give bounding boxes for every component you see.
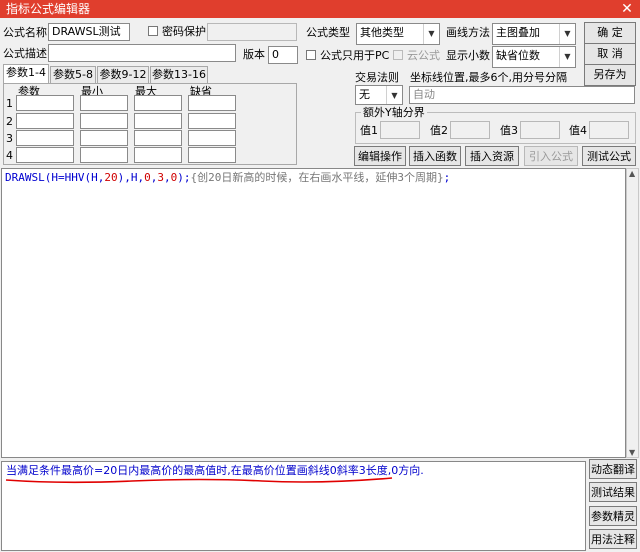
extra-y-value-1 (380, 121, 420, 139)
password-input (207, 23, 297, 41)
param-2-default[interactable] (188, 113, 236, 129)
param-1-name[interactable] (16, 95, 74, 111)
param-row-number: 3 (6, 132, 13, 145)
tab-params-9-12[interactable]: 参数9-12 (97, 66, 149, 84)
extra-y-title: 额外Y轴分界 (361, 106, 427, 120)
pc-only-checkbox[interactable] (306, 50, 316, 60)
formula-desc-label: 公式描述 (3, 47, 47, 60)
cancel-button[interactable]: 取 消 (584, 43, 636, 65)
extra-y-value-3 (520, 121, 560, 139)
code-number: 20 (104, 171, 118, 184)
extra-y-value-2 (450, 121, 490, 139)
code-number: 3 (157, 171, 164, 184)
param-4-default[interactable] (188, 147, 236, 163)
param-row-number: 2 (6, 115, 13, 128)
code-segment: ); (177, 171, 191, 184)
window-title: 指标公式编辑器 (6, 2, 91, 16)
version-label: 版本 (243, 48, 265, 61)
cloud-checkbox (393, 50, 403, 60)
param-3-max[interactable] (134, 130, 182, 146)
decimal-select[interactable]: 缺省位数 ▼ (492, 46, 576, 68)
chevron-down-icon: ▼ (559, 47, 575, 67)
password-checkbox[interactable] (148, 26, 158, 36)
formula-name-label: 公式名称 (3, 26, 47, 39)
test-formula-button[interactable]: 测试公式 (582, 146, 636, 166)
code-comment: {创20日新高的时候，在右画水平线，延伸3个周期} (190, 171, 444, 184)
param-2-max[interactable] (134, 113, 182, 129)
param-1-max[interactable] (134, 95, 182, 111)
param-4-min[interactable] (80, 147, 128, 163)
code-segment: ),H, (117, 171, 145, 184)
extra-y-value-4 (589, 121, 629, 139)
param-wizard-button[interactable]: 参数精灵 (589, 506, 637, 526)
editor-scrollbar[interactable]: ▲ ▼ (626, 168, 639, 458)
param-1-min[interactable] (80, 95, 128, 111)
extra-y-label-4: 值4 (569, 124, 587, 137)
formula-type-select[interactable]: 其他类型 ▼ (356, 23, 440, 45)
axis-position-input[interactable]: 自动 (409, 86, 635, 104)
draw-method-select[interactable]: 主图叠加 ▼ (492, 23, 576, 45)
title-bar: 指标公式编辑器 ✕ (0, 0, 640, 18)
param-4-max[interactable] (134, 147, 182, 163)
extra-y-label-2: 值2 (430, 124, 448, 137)
trade-rule-select[interactable]: 无 ▼ (355, 85, 403, 105)
chevron-down-icon: ▼ (559, 24, 575, 44)
chevron-up-icon[interactable]: ▲ (629, 169, 635, 178)
description-panel: 当满足条件最高价=20日内最高价的最高值时,在最高价位置画斜线0斜率3长度,0方… (1, 461, 586, 551)
extra-y-label-1: 值1 (360, 124, 378, 137)
code-editor[interactable]: DRAWSL(H=HHV(H,20),H,0,3,0);{创20日新高的时候，在… (1, 168, 626, 458)
usage-notes-button[interactable]: 用法注释 (589, 529, 637, 549)
insert-function-button[interactable]: 插入函数 (409, 146, 461, 166)
save-as-button[interactable]: 另存为 (584, 64, 636, 86)
param-3-min[interactable] (80, 130, 128, 146)
close-icon[interactable]: ✕ (614, 0, 640, 18)
draw-method-value: 主图叠加 (496, 26, 540, 39)
formula-type-value: 其他类型 (360, 26, 404, 39)
formula-desc-input[interactable] (48, 44, 236, 62)
ok-button[interactable]: 确 定 (584, 22, 636, 44)
password-label: 密码保护 (162, 25, 206, 38)
cloud-label: 云公式 (407, 49, 440, 62)
trade-rule-value: 无 (359, 88, 370, 101)
tab-params-1-4[interactable]: 参数1-4 (3, 64, 49, 84)
formula-name-input[interactable]: DRAWSL测试 (48, 23, 130, 41)
chevron-down-icon: ▼ (386, 86, 402, 104)
import-formula-button: 引入公式 (524, 146, 578, 166)
chevron-down-icon[interactable]: ▼ (629, 448, 635, 457)
param-row-number: 1 (6, 97, 13, 110)
edit-ops-button[interactable]: 编辑操作 (354, 146, 406, 166)
pc-only-label: 公式只用于PC (320, 49, 390, 62)
test-result-button[interactable]: 测试结果 (589, 482, 637, 502)
param-3-name[interactable] (16, 130, 74, 146)
tab-params-5-8[interactable]: 参数5-8 (50, 66, 96, 84)
param-4-name[interactable] (16, 147, 74, 163)
code-segment: (H=HHV(H, (44, 171, 105, 184)
code-segment: , (163, 171, 171, 184)
param-2-min[interactable] (80, 113, 128, 129)
red-underline-annotation (5, 477, 393, 484)
chevron-down-icon: ▼ (423, 24, 439, 44)
dynamic-translate-button[interactable]: 动态翻译 (589, 459, 637, 479)
formula-type-label: 公式类型 (306, 26, 350, 39)
param-1-default[interactable] (188, 95, 236, 111)
extra-y-label-3: 值3 (500, 124, 518, 137)
param-2-name[interactable] (16, 113, 74, 129)
code-line-1: DRAWSL(H=HHV(H,20),H,0,3,0);{创20日新高的时候，在… (5, 171, 450, 185)
draw-method-label: 画线方法 (446, 26, 490, 39)
insert-resource-button[interactable]: 插入资源 (465, 146, 519, 166)
trade-rule-label: 交易法则 (355, 71, 399, 84)
code-number: 0 (144, 171, 151, 184)
version-input[interactable]: 0 (268, 46, 298, 64)
param-row-number: 4 (6, 149, 13, 162)
axis-position-label: 坐标线位置,最多6个,用分号分隔 (410, 71, 567, 84)
code-function: DRAWSL (5, 171, 45, 184)
param-3-default[interactable] (188, 130, 236, 146)
decimal-value: 缺省位数 (496, 49, 540, 62)
tab-params-13-16[interactable]: 参数13-16 (150, 66, 208, 84)
decimal-label: 显示小数 (446, 49, 490, 62)
code-segment: ; (443, 171, 451, 184)
